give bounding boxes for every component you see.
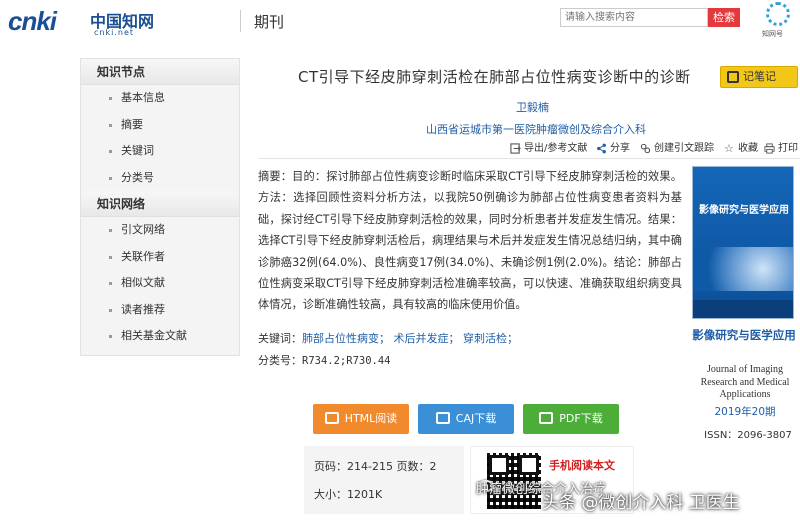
classification-label: 分类号： (258, 354, 302, 367)
affiliation-link[interactable]: 山西省运城市第一医院肿瘤微创及综合介入科 (426, 121, 646, 137)
article-toolbar: 导出/参考文献 分享 创建引文跟踪 ☆ 收藏 打印 (510, 140, 800, 158)
abstract-text: 摘要：目的：探讨肺部占位性病变诊断时临床采取CT引导下经皮肺穿刺活检的效果。方法… (258, 170, 682, 312)
share-icon (597, 143, 606, 154)
journal-english-name: Journal of Imaging Research and Medical … (700, 364, 790, 400)
book-icon (435, 412, 450, 424)
citation-label: 创建引文跟踪 (654, 143, 714, 154)
take-note-button[interactable]: 记笔记 (720, 66, 798, 88)
export-label: 导出/参考文献 (524, 143, 588, 154)
sidebar-item-similar-docs[interactable]: 相似文献 (81, 270, 239, 297)
print-button[interactable]: 打印 (764, 140, 798, 158)
cnki-logo[interactable]: cnki 中国知网 cnki.net (8, 6, 158, 40)
star-icon: ☆ (724, 142, 734, 155)
cover-graphic (693, 247, 793, 291)
citation-tracking-button[interactable]: 创建引文跟踪 (640, 140, 714, 158)
share-button[interactable]: 分享 (596, 140, 630, 158)
journal-issn: ISSN：2096-3807 (704, 430, 792, 441)
sidebar-item-classification[interactable]: 分类号 (81, 165, 239, 192)
sidebar-section-knowledge-nodes: 知识节点 (81, 59, 239, 85)
pdf-icon (539, 412, 554, 424)
top-header: cnki 中国知网 cnki.net 期刊 检索 知网号 (0, 0, 800, 46)
logo-brand: cnki (8, 6, 57, 36)
journal-cover-image[interactable]: 影像研究与医学应用 (692, 166, 794, 319)
favorite-label: 收藏 (738, 143, 758, 154)
cover-title: 影像研究与医学应用 (699, 205, 789, 216)
sidebar-item-fund-docs[interactable]: 相关基金文献 (81, 323, 239, 350)
pages-info: 页码：214-215 页数：2 (314, 460, 437, 473)
classification-value: R734.2;R730.44 (302, 355, 391, 367)
sidebar-item-citation-network[interactable]: 引文网络 (81, 217, 239, 244)
export-reference-button[interactable]: 导出/参考文献 (510, 140, 587, 158)
watermark-large: 头条 @微创介入科 卫医生 (542, 493, 740, 513)
header-divider (240, 10, 241, 32)
journal-issue-link[interactable]: 2019年20期 (690, 404, 800, 419)
citation-icon (640, 143, 651, 154)
keywords-label: 关键词： (258, 332, 302, 345)
classification-row: 分类号：R734.2;R730.44 (258, 352, 391, 368)
html-read-label: HTML阅读 (344, 412, 398, 425)
brand-label: 知网号 (762, 30, 783, 38)
knowledge-sidebar: 知识节点 基本信息 摘要 关键词 分类号 知识网络 引文网络 关联作者 相似文献… (80, 58, 240, 356)
take-note-label: 记笔记 (743, 70, 776, 83)
caj-download-label: CAJ下载 (455, 412, 497, 425)
print-label: 打印 (778, 143, 798, 154)
pinwheel-icon (766, 2, 790, 26)
sidebar-item-reader-recommend[interactable]: 读者推荐 (81, 297, 239, 324)
article-title: CT引导下经皮肺穿刺活检在肺部占位性病变诊断中的诊断 (298, 68, 691, 86)
cover-footer (693, 300, 793, 318)
pdf-download-button[interactable]: PDF下载 (523, 404, 619, 434)
keywords-links[interactable]: 肺部占位性病变； 术后并发症； 穿刺活检； (302, 332, 518, 345)
caj-download-button[interactable]: CAJ下载 (418, 404, 514, 434)
pdf-download-label: PDF下载 (559, 412, 603, 425)
mobile-read-label: 手机阅读本文 (549, 459, 615, 472)
code-icon (324, 412, 339, 424)
sidebar-item-basic-info[interactable]: 基本信息 (81, 85, 239, 112)
sidebar-item-abstract[interactable]: 摘要 (81, 112, 239, 139)
share-label: 分享 (610, 143, 630, 154)
notebook-icon (727, 71, 739, 83)
search-button[interactable]: 检索 (708, 8, 740, 27)
sidebar-item-related-authors[interactable]: 关联作者 (81, 244, 239, 271)
sidebar-item-keywords[interactable]: 关键词 (81, 138, 239, 165)
document-info-panel: 页码：214-215 页数：2 大小：1201K (304, 446, 464, 514)
printer-icon (764, 143, 775, 154)
size-info: 大小：1201K (314, 488, 383, 501)
journal-name-link[interactable]: 影像研究与医学应用 (688, 328, 800, 342)
sidebar-section-knowledge-network: 知识网络 (81, 191, 239, 217)
section-title: 期刊 (254, 13, 285, 31)
author-link[interactable]: 卫毅楠 (516, 99, 549, 115)
search-input[interactable] (560, 8, 708, 27)
keywords-row: 关键词：肺部占位性病变； 术后并发症； 穿刺活检； (258, 330, 518, 346)
logo-url: cnki.net (94, 28, 134, 37)
favorite-button[interactable]: ☆ 收藏 (724, 140, 758, 158)
export-icon (510, 143, 521, 154)
divider-line (258, 158, 800, 159)
html-read-button[interactable]: HTML阅读 (313, 404, 409, 434)
zhiwanghao-logo[interactable]: 知网号 (760, 2, 796, 42)
